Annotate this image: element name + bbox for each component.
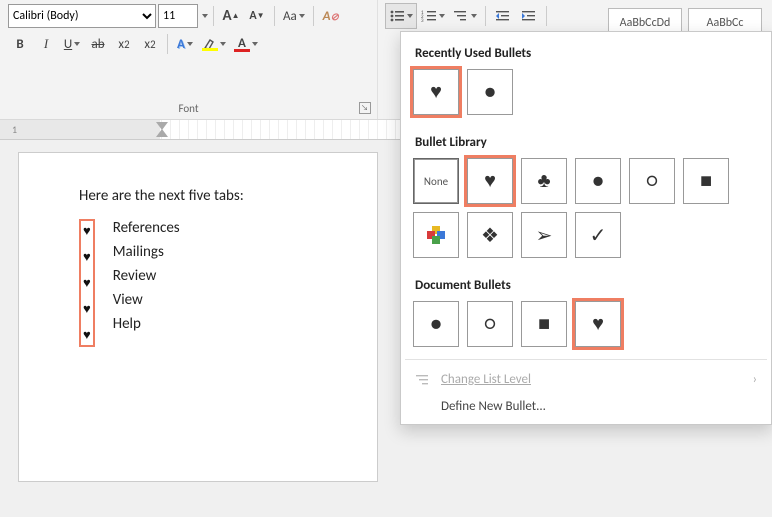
bullet-library-header: Bullet Library	[415, 135, 759, 150]
bullet-swatch-square[interactable]: ■	[521, 301, 567, 347]
clear-formatting-button[interactable]: A⊘	[319, 4, 343, 28]
text-effects-button[interactable]: A	[173, 32, 197, 56]
highlight-color-button[interactable]	[199, 32, 229, 56]
multilevel-icon	[453, 9, 469, 23]
bullet-swatch-none[interactable]: None	[413, 158, 459, 204]
bullets-highlight-box: ♥ ♥ ♥ ♥ ♥	[79, 219, 95, 347]
bullet-swatch-heart[interactable]: ♥	[413, 69, 459, 115]
bullet-swatch-club[interactable]: ♣	[521, 158, 567, 204]
heart-icon: ♥	[83, 275, 91, 291]
bullets-icon	[389, 9, 405, 23]
font-group: Calibri (Body) A▲ A▼ Aa A⊘ B I U ab x2 x…	[0, 0, 378, 119]
define-new-bullet-label: Define New Bullet...	[441, 399, 546, 414]
increase-indent-button[interactable]	[517, 4, 541, 28]
list-level-icon	[415, 373, 431, 387]
change-case-button[interactable]: Aa	[280, 4, 308, 28]
bold-button[interactable]: B	[8, 32, 32, 56]
italic-button[interactable]: I	[34, 32, 58, 56]
decrease-indent-button[interactable]	[491, 4, 515, 28]
hanging-indent-marker[interactable]	[156, 129, 168, 137]
superscript-button[interactable]: x2	[138, 32, 162, 56]
heart-icon: ♥	[83, 327, 91, 343]
document-bullets-header: Document Bullets	[415, 278, 759, 293]
svg-text:3: 3	[421, 18, 424, 23]
list-item: Help	[113, 315, 180, 333]
bullet-swatch-heart[interactable]: ♥	[575, 301, 621, 347]
bullet-swatch-disc[interactable]: ●	[413, 301, 459, 347]
change-list-level-label: Change List Level	[441, 372, 531, 387]
heart-icon: ♥	[83, 223, 91, 239]
bullet-swatch-disc[interactable]: ●	[467, 69, 513, 115]
bullet-swatch-fourdiamond[interactable]: ❖	[467, 212, 513, 258]
bulleted-list: ♥ ♥ ♥ ♥ ♥ References Mailings Review Vie…	[79, 219, 353, 347]
shrink-font-button[interactable]: A▼	[245, 4, 269, 28]
recent-bullets-header: Recently Used Bullets	[415, 46, 759, 61]
multilevel-list-button[interactable]	[450, 4, 480, 28]
bullet-swatch-check[interactable]: ✓	[575, 212, 621, 258]
chevron-right-icon: ›	[753, 372, 757, 387]
bullet-library-panel: Recently Used Bullets ♥ ● Bullet Library…	[400, 31, 772, 425]
chevron-down-icon[interactable]	[202, 14, 208, 18]
bullet-swatch-fourcolor[interactable]	[413, 212, 459, 258]
list-item: Review	[113, 267, 180, 285]
list-item: View	[113, 291, 180, 309]
define-new-bullet-menu[interactable]: Define New Bullet...	[401, 393, 771, 420]
intro-text: Here are the next five tabs:	[79, 187, 353, 205]
font-size-input[interactable]	[158, 4, 198, 28]
subscript-button[interactable]: x2	[112, 32, 136, 56]
grow-font-button[interactable]: A▲	[219, 4, 243, 28]
list-item: Mailings	[113, 243, 180, 261]
font-group-label: Font	[0, 102, 377, 115]
numbering-icon: 1 2 3	[421, 9, 437, 23]
outdent-icon	[495, 9, 511, 23]
font-family-select[interactable]: Calibri (Body)	[8, 4, 156, 28]
heart-icon: ♥	[83, 301, 91, 317]
font-dialog-launcher[interactable]: ↘	[359, 102, 371, 114]
bullet-swatch-ring[interactable]: ○	[467, 301, 513, 347]
highlight-color-swatch	[202, 48, 218, 51]
list-item: References	[113, 219, 180, 237]
bullets-button[interactable]	[386, 4, 416, 28]
font-color-button[interactable]: A	[231, 32, 261, 56]
underline-button[interactable]: U	[60, 32, 84, 56]
bullet-swatch-ring[interactable]: ○	[629, 158, 675, 204]
bullet-swatch-arrow[interactable]: ➢	[521, 212, 567, 258]
bullet-swatch-heart[interactable]: ♥	[467, 158, 513, 204]
strike-button[interactable]: ab	[86, 32, 110, 56]
ruler-mark: 1	[12, 123, 17, 136]
indent-icon	[521, 9, 537, 23]
change-list-level-menu: Change List Level ›	[401, 366, 771, 393]
numbering-button[interactable]: 1 2 3	[418, 4, 448, 28]
fourcolor-icon	[427, 226, 445, 244]
font-color-swatch	[234, 49, 250, 52]
bullet-swatch-square[interactable]: ■	[683, 158, 729, 204]
heart-icon: ♥	[83, 249, 91, 265]
document-page[interactable]: Here are the next five tabs: ♥ ♥ ♥ ♥ ♥ R…	[18, 152, 378, 482]
bullet-swatch-disc[interactable]: ●	[575, 158, 621, 204]
